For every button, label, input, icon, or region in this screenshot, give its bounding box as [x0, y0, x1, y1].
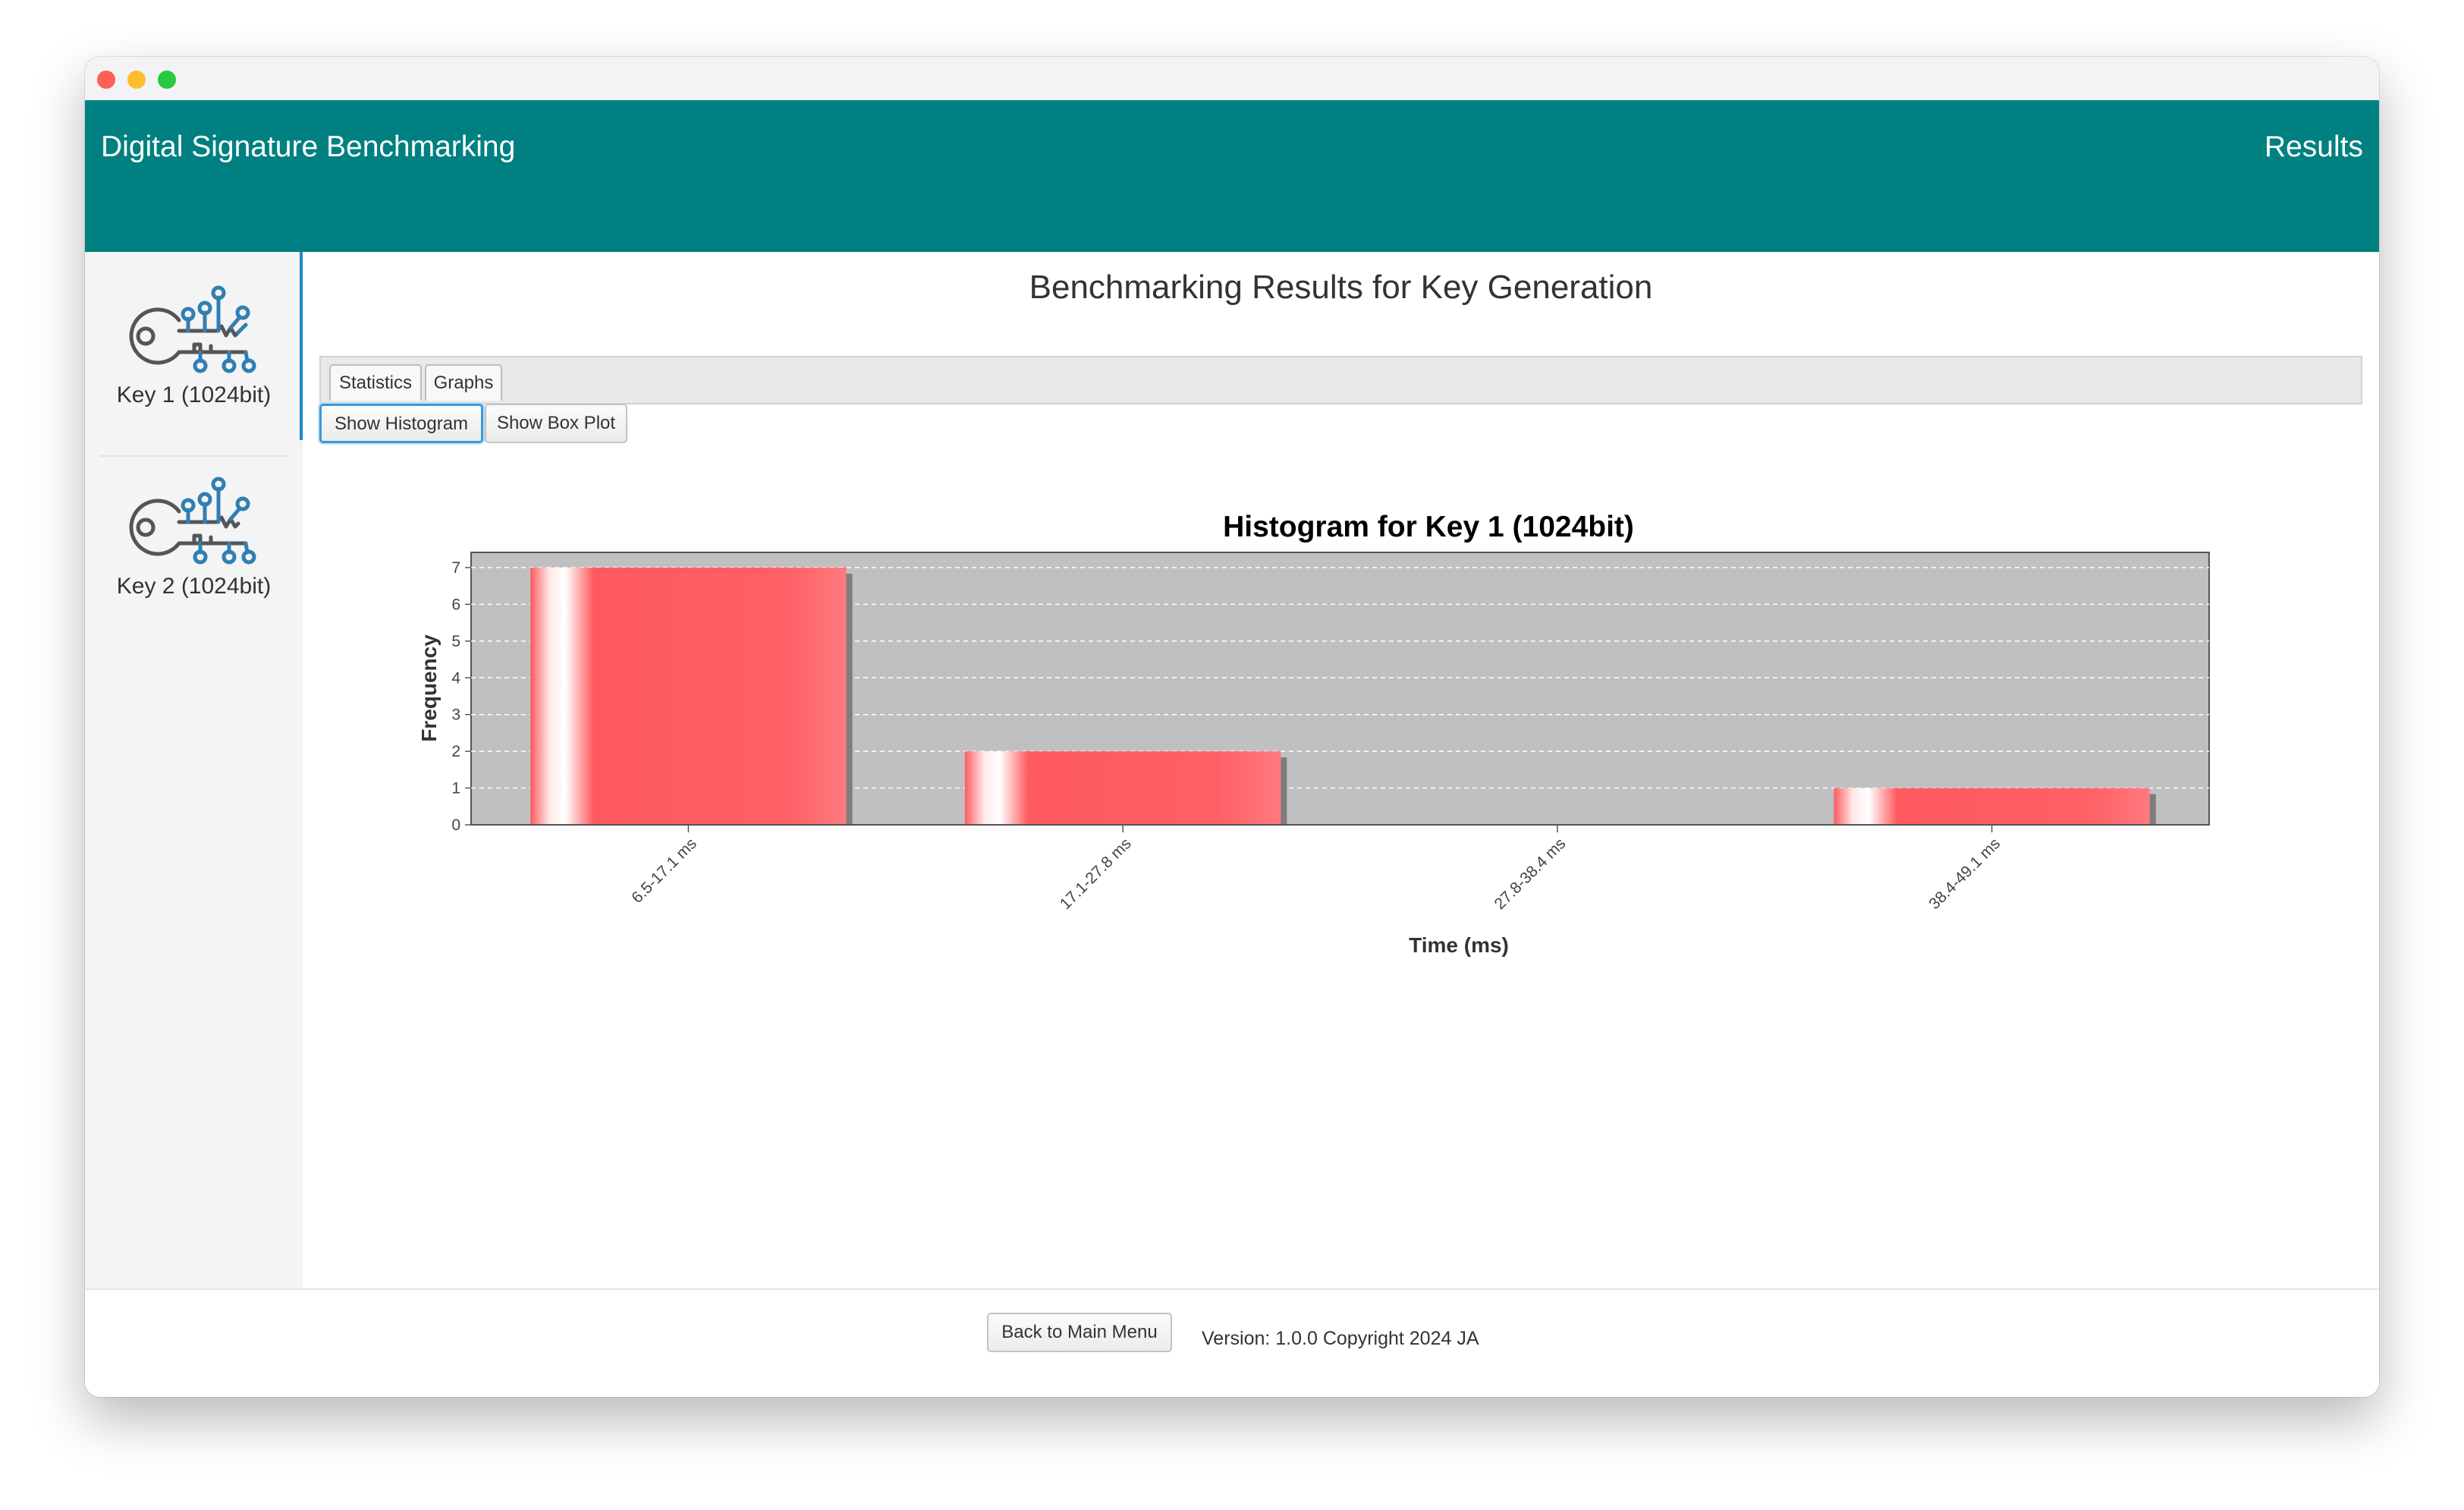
- sidebar: Key 1 (1024bit) Key 2 (1024bit): [85, 252, 303, 1288]
- chart-title: Histogram for Key 1 (1024bit): [1223, 511, 1634, 543]
- footer: Back to Main Menu Version: 1.0.0 Copyrig…: [85, 1288, 2379, 1397]
- y-tick-label: 5: [451, 633, 460, 650]
- x-tick-label: 6.5-17.1 ms: [628, 835, 700, 907]
- back-to-main-menu-button[interactable]: Back to Main Menu: [987, 1313, 1172, 1352]
- x-axis-title: Time (ms): [1409, 933, 1509, 957]
- x-tick-label: 17.1-27.8 ms: [1057, 835, 1135, 913]
- y-axis-title: Frequency: [417, 634, 441, 742]
- digital-key-icon: [129, 477, 256, 565]
- close-window-button[interactable]: [97, 71, 115, 89]
- y-tick-label: 4: [451, 669, 460, 687]
- app-title: Digital Signature Benchmarking: [101, 131, 516, 163]
- digital-key-icon: [129, 285, 256, 373]
- y-tick-label: 1: [451, 780, 460, 797]
- histogram-bar: [1834, 788, 2150, 825]
- sidebar-divider: [100, 455, 288, 457]
- x-tick-label: 27.8-38.4 ms: [1491, 835, 1569, 913]
- y-tick-label: 7: [451, 559, 460, 577]
- x-tick-label: 38.4-49.1 ms: [1925, 835, 2004, 913]
- y-tick-label: 2: [451, 743, 460, 760]
- histogram-bar: [964, 751, 1281, 825]
- sidebar-item-label: Key 2 (1024bit): [116, 574, 272, 599]
- section-title: Results: [2264, 131, 2363, 163]
- title-bar: [85, 57, 2379, 100]
- histogram-chart: 0 1 2 3 4 5 6 7 6.5-17.1 ms 17.1-27.8 ms 27.8-38.4…: [417, 511, 2210, 957]
- maximize-window-button[interactable]: [158, 71, 176, 89]
- app-window: Digital Signature Benchmarking Results K…: [85, 57, 2379, 1397]
- histogram-bar: [530, 568, 847, 825]
- app-header: Digital Signature Benchmarking Results: [85, 100, 2379, 252]
- sidebar-item-key-2[interactable]: Key 2 (1024bit): [85, 443, 303, 631]
- sidebar-item-label: Key 1 (1024bit): [116, 382, 272, 407]
- main-content: Benchmarking Results for Key Generation …: [303, 252, 2379, 1288]
- y-tick-label: 0: [451, 816, 460, 834]
- minimize-window-button[interactable]: [127, 71, 146, 89]
- y-tick-label: 3: [451, 706, 460, 724]
- y-tick-label: 6: [451, 596, 460, 613]
- version-text: Version: 1.0.0 Copyright 2024 JA: [1202, 1328, 1479, 1349]
- sidebar-item-key-1[interactable]: Key 1 (1024bit): [85, 252, 303, 440]
